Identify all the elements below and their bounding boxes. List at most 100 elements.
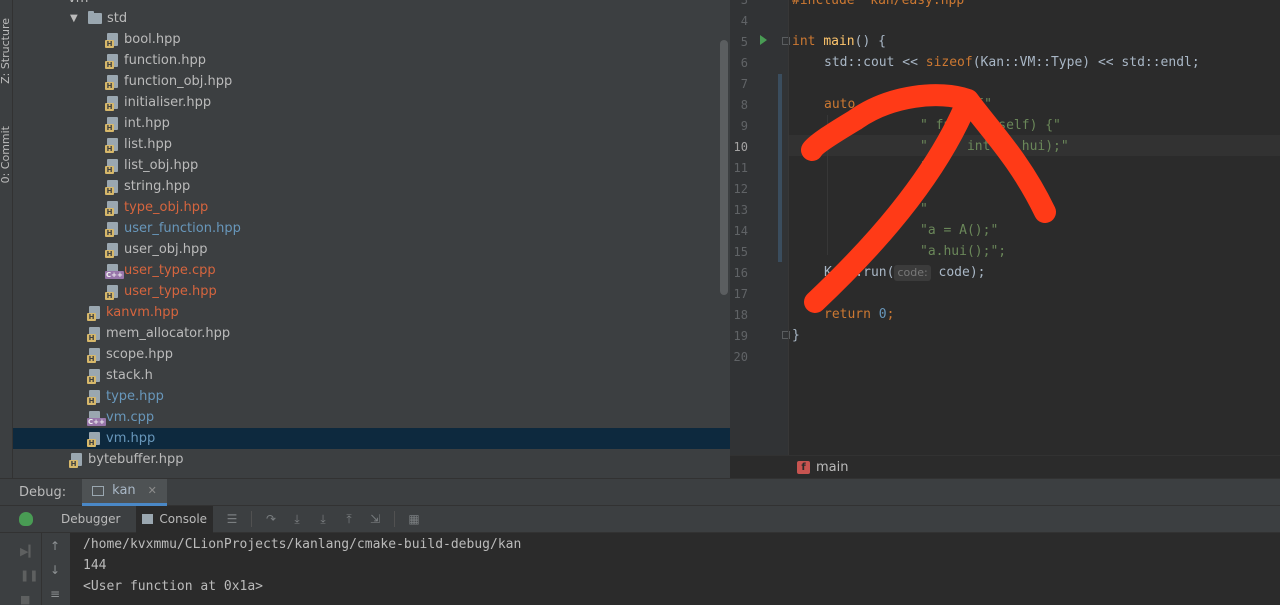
tree-file-item[interactable]: Hlist_obj.hpp (13, 155, 730, 176)
tab-console[interactable]: Console (136, 505, 214, 533)
soft-wrap-icon[interactable]: ≡ (50, 587, 60, 601)
code-token: {" (976, 97, 992, 112)
tree-file-item[interactable]: Hfunction_obj.hpp (13, 71, 730, 92)
code-line-9: " fu self) {" (920, 115, 1061, 136)
editor-breadcrumb[interactable]: f main (730, 455, 1280, 478)
tree-folder-std[interactable]: ▼ std (13, 8, 730, 29)
step-into-icon[interactable]: ⤓ (290, 512, 304, 526)
line-number: 14 (733, 224, 748, 238)
tree-file-label: stack.h (106, 368, 153, 383)
stop-icon[interactable]: ■ (20, 593, 30, 605)
line-number: 11 (733, 161, 748, 175)
line-number: 17 (733, 287, 748, 301)
table-icon[interactable]: ▦ (407, 512, 421, 526)
tree-file-item[interactable]: Htype.hpp (13, 386, 730, 407)
header-file-icon: H (105, 284, 120, 300)
tree-file-item[interactable]: Htype_obj.hpp (13, 197, 730, 218)
code-token: 0 (878, 307, 887, 322)
tree-file-item[interactable]: Huser_function.hpp (13, 218, 730, 239)
tree-file-item[interactable]: Hmem_allocator.hpp (13, 323, 730, 344)
tree-folder-label: std (107, 11, 128, 26)
commit-tool-button[interactable]: 0: Commit (0, 126, 12, 183)
down-arrow-icon[interactable]: ↓ (50, 563, 60, 577)
header-file-icon: H (105, 95, 120, 111)
resume-icon[interactable]: ▶▎ (20, 545, 37, 558)
header-file-icon: H (87, 347, 102, 363)
tree-file-item[interactable]: Hscope.hpp (13, 344, 730, 365)
console-icon (142, 514, 154, 524)
step-out-icon[interactable]: ⤒ (342, 512, 356, 526)
tree-file-item[interactable]: C++ user_type.cpp (13, 260, 730, 281)
code-token: int (792, 34, 816, 49)
code-token: () { (854, 34, 886, 49)
tree-file-item[interactable]: Hinitialiser.hpp (13, 92, 730, 113)
tree-file-label: user_type.hpp (124, 284, 217, 299)
tree-file-label: vm.hpp (106, 431, 156, 446)
code-include: #include "kan/easy.hpp" (792, 0, 973, 8)
breadcrumb-label[interactable]: main (816, 460, 848, 475)
tree-file-item[interactable]: Hlist.hpp (13, 134, 730, 155)
header-file-icon: H (69, 452, 84, 468)
tree-file-item[interactable]: Hfunction.hpp (13, 50, 730, 71)
tree-file-item[interactable]: Hbytebuffer.hpp (13, 449, 730, 470)
line-number: 10 (733, 140, 748, 154)
step-over-icon[interactable]: ↷ (264, 512, 278, 526)
header-file-icon: H (87, 305, 102, 321)
code-line-13: " (920, 199, 928, 220)
tree-file-label: mem_allocator.hpp (106, 326, 231, 341)
tree-folder-label: vm (68, 0, 88, 6)
tree-file-label: list.hpp (124, 137, 172, 152)
parameter-hint: code: (894, 265, 931, 281)
line-number: 5 (740, 35, 748, 49)
code-editor[interactable]: 3 4 5 6 7 8 9 10 11 12 13 14 15 16 17 18 19 20 #include "… (730, 0, 1280, 455)
tree-file-item[interactable]: Hvm.hpp (13, 428, 730, 449)
tree-file-label: function.hpp (124, 53, 206, 68)
tree-file-item[interactable]: Hstring.hpp (13, 176, 730, 197)
close-icon[interactable]: ✕ (148, 484, 157, 497)
run-gutter-icon[interactable] (760, 35, 767, 45)
tree-file-label: vm.cpp (106, 410, 155, 425)
force-step-into-icon[interactable]: ⤓ (316, 512, 330, 526)
line-number: 15 (733, 245, 748, 259)
debug-title: Debug: (19, 484, 67, 500)
tree-file-item[interactable]: Hbool.hpp (13, 29, 730, 50)
tree-file-label: kanvm.hpp (106, 305, 179, 320)
console-output[interactable]: /home/kvxmmu/CLionProjects/kanlang/cmake… (70, 533, 1280, 605)
line-number: 18 (733, 308, 748, 322)
debug-title-bar: Debug: kan ✕ (0, 478, 1280, 506)
tree-file-label: int.hpp (124, 116, 170, 131)
tree-file-item[interactable]: Hkanvm.hpp (13, 302, 730, 323)
tab-debugger[interactable]: Debugger (55, 506, 126, 533)
tree-file-label: list_obj.hpp (124, 158, 199, 173)
tree-file-item[interactable]: Hint.hpp (13, 113, 730, 134)
tree-file-item[interactable]: Hstack.h (13, 365, 730, 386)
tree-file-label: scope.hpp (106, 347, 173, 362)
code-token: auto (824, 97, 856, 112)
menu-icon[interactable]: ☰ (225, 512, 239, 526)
code-token: ; (886, 307, 895, 322)
code-token: code); (930, 265, 986, 280)
tree-file-item[interactable]: Huser_type.hpp (13, 281, 730, 302)
code-line-5: int main() { (792, 31, 886, 52)
pause-icon[interactable]: ❚❚ (20, 569, 38, 582)
structure-tool-button[interactable]: Z: Structure (0, 18, 12, 84)
line-number: 20 (733, 350, 748, 364)
tree-file-label: string.hpp (124, 179, 191, 194)
debug-toolbar: Debugger Console ☰ ↷ ⤓ ⤓ ⤒ ⇲ ▦ (0, 505, 1280, 533)
up-arrow-icon[interactable]: ↑ (50, 539, 60, 553)
code-token: sizeof (925, 55, 973, 70)
code-token: "a.hui();"; (920, 244, 1007, 259)
console-line: 144 (83, 558, 107, 573)
tree-scrollbar[interactable] (720, 40, 728, 295)
chevron-down-icon[interactable]: ▼ (70, 13, 80, 24)
tree-file-label: initialiser.hpp (124, 95, 212, 110)
tree-file-item[interactable]: C++ vm.cpp (13, 407, 730, 428)
tree-file-item[interactable]: Huser_obj.hpp (13, 239, 730, 260)
debug-session-tab[interactable]: kan ✕ (82, 478, 167, 506)
run-to-cursor-icon[interactable]: ⇲ (368, 512, 382, 526)
code-token: " (920, 181, 928, 196)
code-token: return (824, 307, 871, 322)
console-left-actions: ↑ ↓ ≡ (42, 533, 70, 605)
console-line: /home/kvxmmu/CLionProjects/kanlang/cmake… (83, 537, 522, 552)
header-file-icon: H (105, 158, 120, 174)
